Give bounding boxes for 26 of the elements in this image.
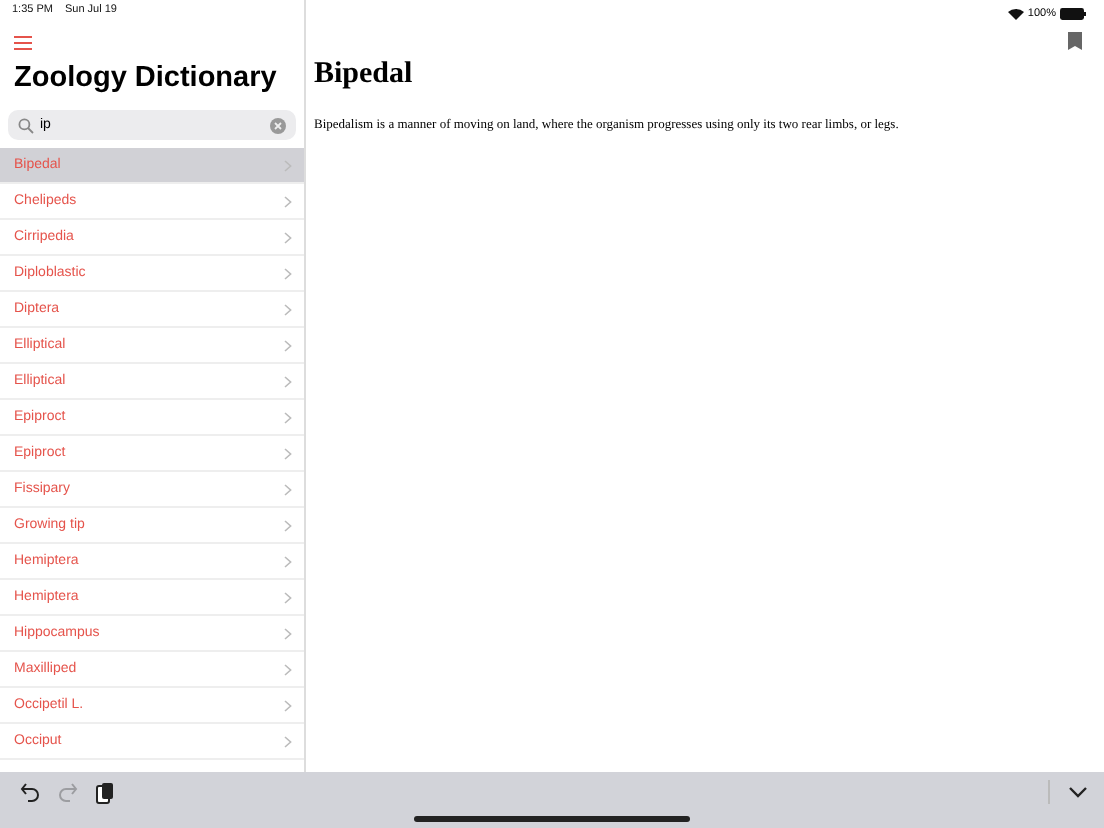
battery-icon (1060, 7, 1086, 19)
chevron-right-icon (284, 483, 292, 495)
chevron-right-icon (284, 339, 292, 351)
undo-icon[interactable] (20, 782, 40, 802)
search-icon (18, 117, 34, 133)
chevron-down-icon[interactable] (1068, 786, 1088, 798)
chevron-right-icon (284, 555, 292, 567)
chevron-right-icon (284, 699, 292, 711)
menu-icon[interactable] (14, 36, 32, 50)
chevron-right-icon (284, 663, 292, 675)
entry-heading: Bipedal (314, 56, 415, 94)
chevron-right-icon (284, 735, 292, 747)
chevron-right-icon (284, 591, 292, 603)
chevron-right-icon (284, 231, 292, 243)
chevron-right-icon (284, 627, 292, 639)
chevron-right-icon (284, 195, 292, 207)
wifi-icon (1007, 7, 1024, 19)
chevron-right-icon (284, 267, 292, 279)
app-title: Zoology Dictionary (12, 60, 279, 98)
chevron-right-icon (284, 411, 292, 423)
chevron-right-icon (284, 375, 292, 387)
chevron-right-icon (284, 447, 292, 459)
bookmark-icon[interactable] (1068, 32, 1082, 50)
clipboard-icon[interactable] (96, 781, 114, 803)
chevron-right-icon (284, 303, 292, 315)
chevron-right-icon (284, 519, 292, 531)
